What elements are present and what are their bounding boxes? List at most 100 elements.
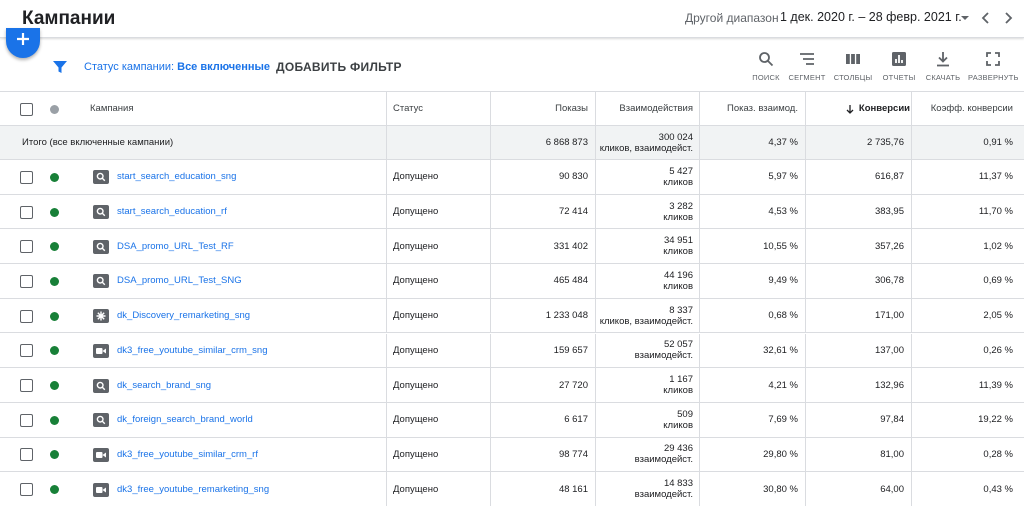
campaign-name-link[interactable]: start_search_education_rf	[117, 195, 382, 229]
enabled-status-dot-icon[interactable]	[50, 346, 59, 356]
sort-descending-icon	[846, 104, 854, 114]
conversions-value: 616,87	[874, 171, 904, 183]
row-checkbox[interactable]	[20, 344, 33, 358]
status-filter-value: Все включенные	[177, 61, 271, 73]
table-row[interactable]: dk_Discovery_remarketing_sng Допущено 1 23…	[0, 298, 1024, 334]
column-header-impressions[interactable]: Показы	[490, 92, 588, 125]
next-period-icon[interactable]	[1000, 10, 1016, 26]
interactions-cell: 29 436 взаимодейст.	[586, 438, 693, 472]
search-campaign-icon	[93, 239, 109, 254]
campaign-name-link[interactable]: DSA_promo_URL_Test_SNG	[117, 264, 382, 298]
campaign-name-link[interactable]: dk_search_brand_sng	[117, 368, 382, 402]
interaction-rate-value: 7,69 %	[768, 414, 798, 426]
row-checkbox[interactable]	[20, 379, 33, 393]
column-header-conversions[interactable]: Конверсии	[806, 92, 910, 125]
enabled-status-dot-icon[interactable]	[50, 415, 59, 425]
impressions-value: 27 720	[558, 379, 588, 391]
interactions-value: 52 057	[663, 339, 693, 351]
table-row[interactable]: dk3_free_youtube_similar_crm_rf Допущено 9…	[0, 437, 1024, 473]
table-row[interactable]: start_search_education_sng Допущено 90 830…	[0, 160, 1024, 195]
conversions-value: 383,95	[874, 206, 904, 218]
interactions-cell: 14 833 взаимодейст.	[586, 472, 693, 506]
campaign-name-link[interactable]: dk_foreign_search_brand_world	[117, 403, 382, 437]
row-checkbox[interactable]	[20, 170, 33, 184]
conv-rate-value: 11,39 %	[978, 379, 1013, 391]
column-header-campaign[interactable]: Кампания	[90, 92, 380, 125]
enabled-status-dot-icon[interactable]	[50, 450, 59, 460]
impressions-value: 465 484	[553, 275, 588, 287]
search-campaign-icon	[93, 170, 109, 185]
tool-label: СКАЧАТЬ	[925, 73, 961, 82]
impressions-value: 48 161	[558, 483, 588, 495]
status-dot-header-icon	[50, 105, 59, 114]
total-interactions-unit: кликов, взаимодейст.	[599, 142, 693, 154]
campaign-name-link[interactable]: start_search_education_sng	[117, 160, 382, 194]
enabled-status-dot-icon[interactable]	[50, 172, 59, 182]
filter-icon[interactable]	[52, 59, 68, 75]
interactions-value: 1 167	[669, 374, 693, 386]
table-row[interactable]: start_search_education_rf Допущено 72 414 3…	[0, 194, 1024, 230]
row-checkbox[interactable]	[20, 483, 33, 497]
campaign-name-link[interactable]: dk3_free_youtube_similar_crm_rf	[117, 438, 382, 472]
enabled-status-dot-icon[interactable]	[50, 276, 59, 286]
conversions-value: 81,00	[880, 448, 904, 460]
row-checkbox[interactable]	[20, 274, 33, 288]
video-campaign-icon	[93, 343, 109, 358]
date-range-value[interactable]: 1 дек. 2020 г. – 28 февр. 2021 г.	[780, 10, 962, 24]
total-interaction-rate: 4,37 %	[768, 137, 798, 148]
column-header-interactions[interactable]: Взаимодействия	[595, 92, 693, 125]
campaign-name-link[interactable]: dk3_free_youtube_similar_crm_sng	[117, 334, 382, 368]
campaign-status: Допущено	[393, 275, 439, 287]
table-row[interactable]: dk3_free_youtube_remarketing_sng Допущено…	[0, 472, 1024, 506]
impressions-value: 159 657	[553, 344, 588, 356]
interactions-value: 44 196	[663, 269, 693, 281]
plus-icon	[17, 33, 29, 45]
table-row[interactable]: dk3_free_youtube_similar_crm_sng Допущено…	[0, 333, 1024, 369]
interaction-rate-value: 30,80 %	[763, 483, 798, 495]
enabled-status-dot-icon[interactable]	[50, 485, 59, 495]
reports-tool-button[interactable]: ОТЧЕТЫ	[874, 51, 924, 82]
column-header-interaction-rate[interactable]: Показ. взаимод.	[699, 92, 798, 125]
row-checkbox[interactable]	[20, 240, 33, 254]
select-all-checkbox[interactable]	[20, 103, 33, 116]
enabled-status-dot-icon[interactable]	[50, 381, 59, 391]
impressions-value: 90 830	[558, 171, 588, 183]
table-row[interactable]: DSA_promo_URL_Test_RF Допущено 331 402 34 9…	[0, 229, 1024, 265]
campaign-name-link[interactable]: dk3_free_youtube_remarketing_sng	[117, 472, 382, 506]
column-header-status[interactable]: Статус	[393, 92, 483, 125]
add-filter-button[interactable]: ДОБАВИТЬ ФИЛЬТР	[276, 60, 402, 74]
segment-tool-button[interactable]: СЕГМЕНТ	[782, 51, 832, 82]
tool-label: РАЗВЕРНУТЬ	[968, 73, 1019, 82]
interactions-unit: кликов	[663, 385, 693, 397]
enabled-status-dot-icon[interactable]	[50, 207, 59, 217]
enabled-status-dot-icon[interactable]	[50, 242, 59, 252]
row-checkbox[interactable]	[20, 448, 33, 462]
interactions-value: 14 833	[663, 478, 693, 490]
conversions-value: 137,00	[874, 344, 904, 356]
interaction-rate-value: 29,80 %	[763, 448, 798, 460]
expand-tool-button[interactable]: РАЗВЕРНУТЬ	[968, 51, 1018, 82]
campaign-name-link[interactable]: dk_Discovery_remarketing_sng	[117, 299, 382, 333]
reports-icon	[892, 52, 906, 66]
campaign-status: Допущено	[393, 171, 439, 183]
campaign-status-filter[interactable]: Статус кампании: Все включенные	[84, 61, 270, 73]
row-checkbox[interactable]	[20, 309, 33, 323]
row-checkbox[interactable]	[20, 413, 33, 427]
enabled-status-dot-icon[interactable]	[50, 311, 59, 321]
table-row[interactable]: DSA_promo_URL_Test_SNG Допущено 465 484 44 …	[0, 264, 1024, 299]
date-range-dropdown-icon[interactable]	[958, 11, 972, 25]
column-header-conv-rate[interactable]: Коэфф. конверсии	[911, 92, 1013, 125]
download-tool-button[interactable]: СКАЧАТЬ	[918, 51, 968, 82]
interactions-value: 8 337	[669, 304, 693, 316]
interactions-unit: кликов	[663, 280, 693, 292]
impressions-value: 1 233 048	[545, 310, 588, 322]
columns-tool-button[interactable]: СТОЛБЦЫ	[828, 51, 878, 82]
previous-period-icon[interactable]	[978, 10, 994, 26]
row-checkbox[interactable]	[20, 205, 33, 219]
interactions-cell: 3 282 кликов	[586, 195, 693, 229]
table-row[interactable]: dk_foreign_search_brand_world Допущено 6 6…	[0, 402, 1024, 438]
impressions-value: 6 617	[564, 414, 588, 426]
interactions-unit: кликов	[663, 246, 693, 258]
campaign-name-link[interactable]: DSA_promo_URL_Test_RF	[117, 229, 382, 263]
table-row[interactable]: dk_search_brand_sng Допущено 27 720 1 167 кл…	[0, 368, 1024, 403]
